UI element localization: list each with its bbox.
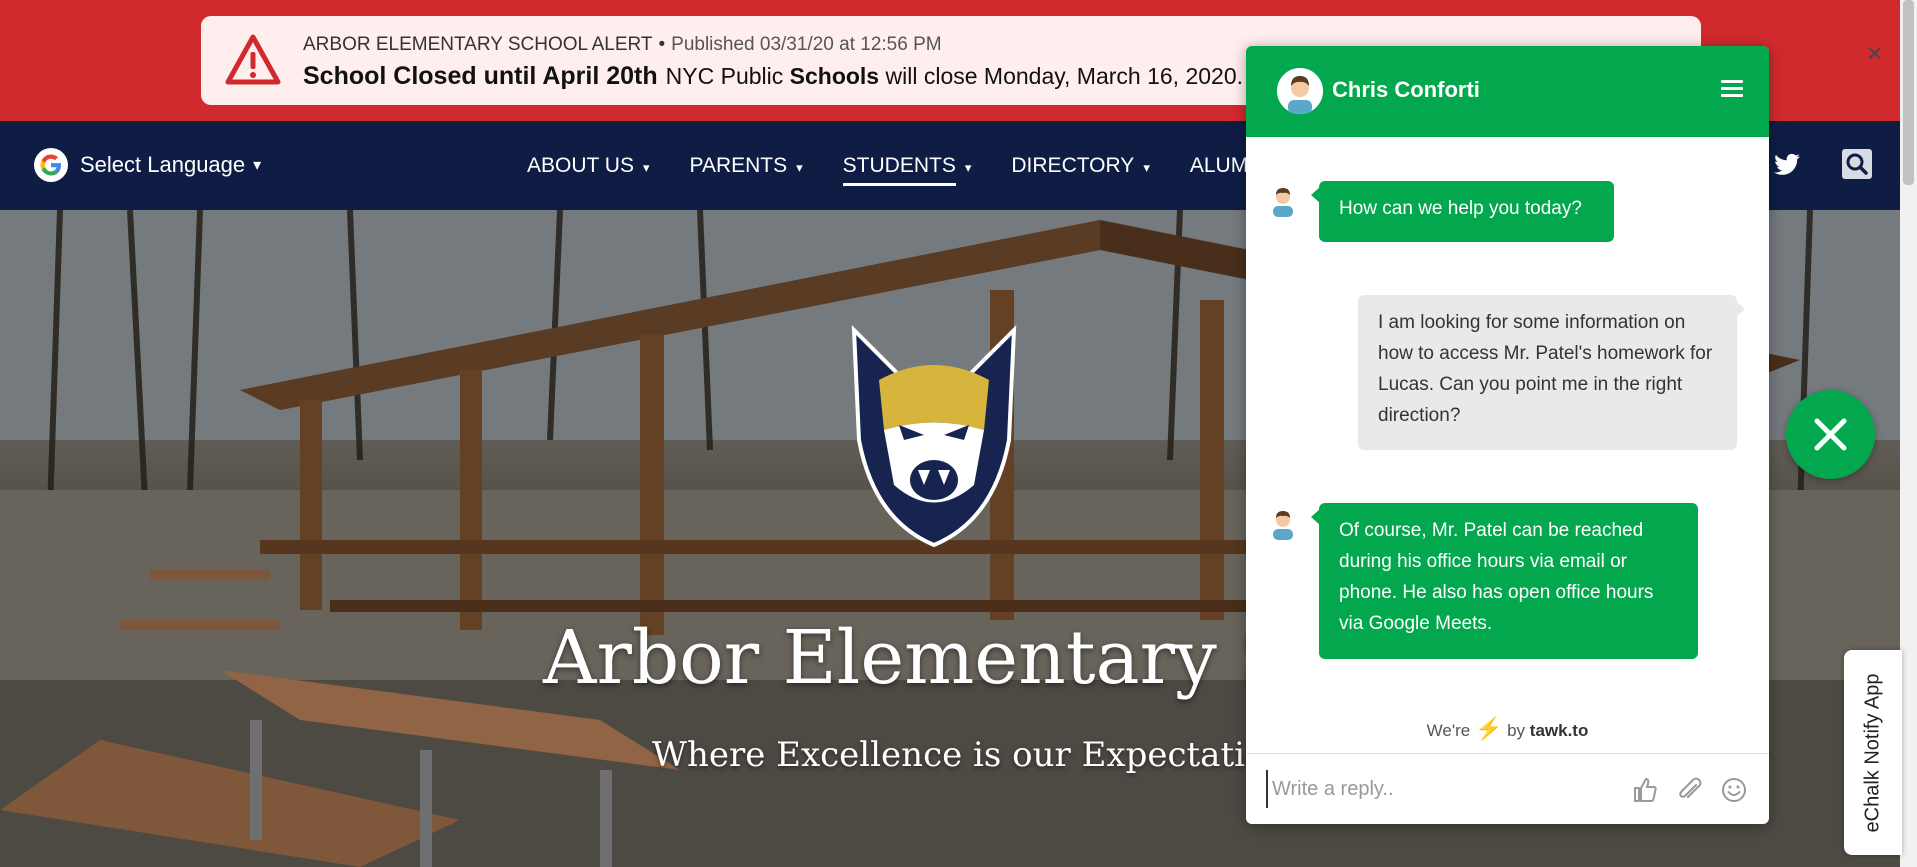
alert-headline: School Closed until April 20th: [303, 62, 658, 90]
nav-item-students[interactable]: STUDENTS ▾: [842, 153, 972, 186]
nav-item-label: PARENTS: [689, 153, 788, 177]
agent-avatar: [1277, 68, 1323, 114]
agent-message-avatar: [1273, 511, 1293, 540]
chat-close-button[interactable]: [1786, 390, 1875, 479]
powered-by-label: by: [1507, 721, 1526, 740]
powered-by[interactable]: We're ⚡ by tawk.to: [1246, 716, 1769, 742]
nav-item-parents[interactable]: PARENTS ▾: [690, 154, 803, 178]
alert-message: School Closed until April 20th NYC Public…: [303, 62, 1243, 91]
alert-body-pre: NYC Public: [665, 63, 790, 89]
thumbs-up-icon[interactable]: [1631, 776, 1659, 804]
emoji-icon[interactable]: [1720, 776, 1748, 804]
chat-message-agent: How can we help you today?: [1311, 181, 1614, 242]
chevron-down-icon: ▾: [253, 157, 262, 174]
chevron-down-icon: ▾: [796, 159, 803, 175]
chat-message-visitor: I am looking for some information on how…: [1358, 295, 1745, 450]
reply-input[interactable]: [1266, 770, 1634, 808]
agent-message-avatar: [1273, 188, 1293, 217]
nav-item-about-us[interactable]: ABOUT US ▾: [527, 154, 650, 178]
alert-separator: •: [658, 34, 666, 55]
search-icon: [1846, 153, 1868, 175]
warning-icon: [225, 34, 281, 85]
alert-body-post: will close Monday, March 16, 2020.: [879, 63, 1244, 89]
twitter-icon[interactable]: [1773, 151, 1801, 179]
nav-item-directory[interactable]: DIRECTORY ▾: [1011, 154, 1149, 178]
search-button[interactable]: [1842, 149, 1872, 179]
alert-category: ARBOR ELEMENTARY SCHOOL ALERT: [303, 34, 653, 55]
school-tagline: Where Excellence is our Expectation!: [652, 735, 1302, 775]
page-scrollbar-thumb[interactable]: [1903, 0, 1914, 185]
chat-widget: Chris Conforti How can we help you today…: [1246, 46, 1769, 824]
alert-published: Published 03/31/20 at 12:56 PM: [671, 34, 942, 55]
lightning-icon: ⚡: [1474, 716, 1503, 741]
powered-pre: We're: [1426, 721, 1471, 740]
paperclip-icon[interactable]: [1676, 776, 1704, 804]
google-icon: [34, 148, 68, 182]
person-icon: [1277, 68, 1323, 114]
close-icon: [1814, 418, 1847, 451]
chat-menu-icon[interactable]: [1721, 80, 1743, 98]
nav-item-label: STUDENTS: [842, 153, 956, 186]
chevron-down-icon: ▾: [1143, 159, 1150, 175]
echalk-notify-tab[interactable]: eChalk Notify App: [1844, 650, 1902, 855]
nav-item-label: ABOUT US: [527, 153, 634, 177]
language-label: Select Language: [80, 152, 246, 177]
tawkto-brand: tawk.to: [1529, 721, 1589, 740]
chat-composer: [1246, 753, 1769, 824]
chevron-down-icon: ▾: [964, 159, 972, 175]
alert-meta: ARBOR ELEMENTARY SCHOOL ALERT • Published …: [303, 34, 942, 56]
chat-header: Chris Conforti: [1246, 46, 1769, 137]
bobcat-logo: [851, 324, 1017, 548]
nav-item-label: DIRECTORY: [1011, 153, 1135, 177]
language-selector[interactable]: Select Language ▾: [34, 146, 261, 184]
chat-message-agent: Of course, Mr. Patel can be reached duri…: [1311, 503, 1698, 659]
alert-close-button[interactable]: ×: [1867, 40, 1882, 66]
echalk-notify-label: eChalk Notify App: [1861, 673, 1884, 832]
alert-body-bold: Schools: [789, 63, 880, 89]
nav-menu: ABOUT US ▾ PARENTS ▾ STUDENTS ▾ DIRECTORY ▾ …: [527, 121, 1303, 210]
chevron-down-icon: ▾: [642, 159, 650, 175]
agent-name: Chris Conforti: [1332, 77, 1480, 102]
